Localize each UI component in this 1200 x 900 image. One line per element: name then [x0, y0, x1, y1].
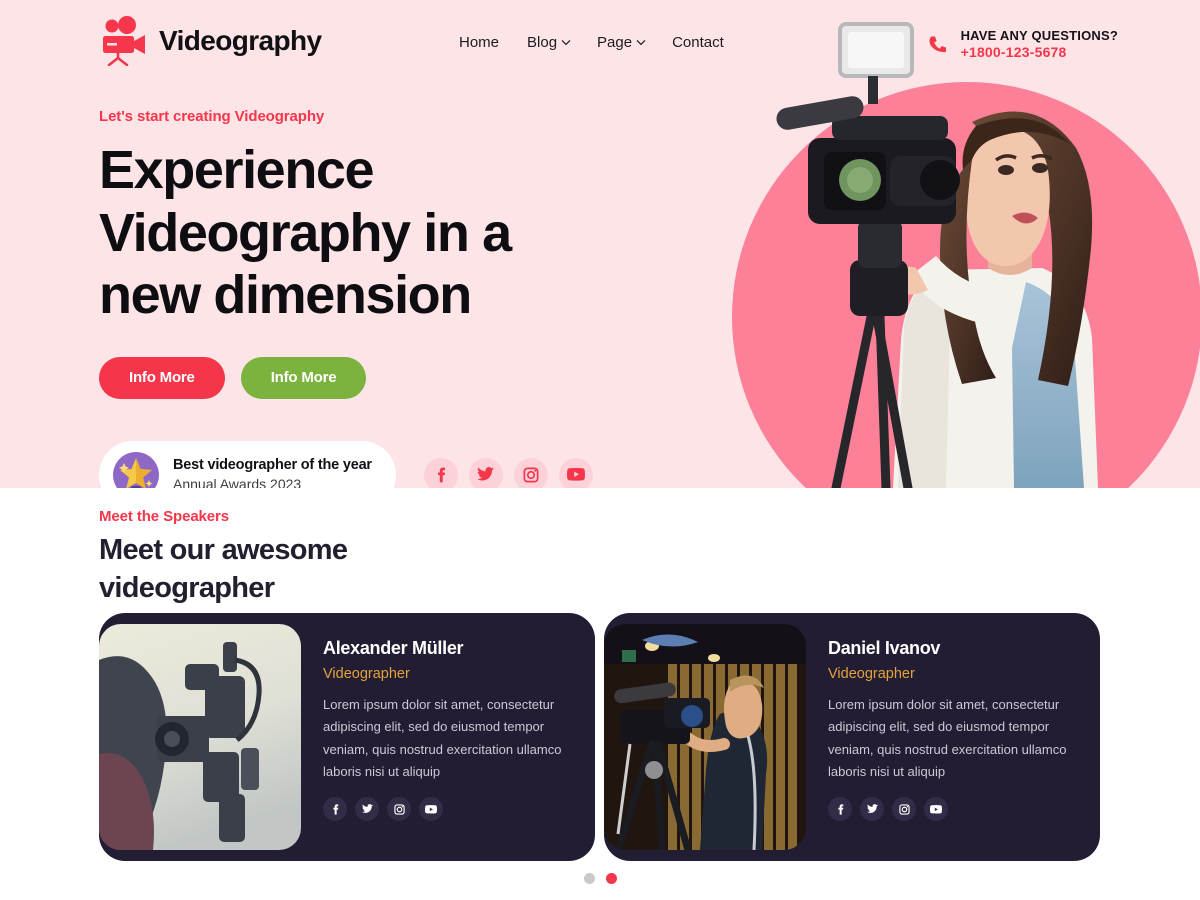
social-link-instagram[interactable]: [513, 457, 548, 488]
contact-label: HAVE ANY QUESTIONS?: [960, 28, 1118, 43]
trophy-icon: [113, 451, 159, 488]
youtube-icon: [425, 805, 437, 814]
social-link-facebook[interactable]: [323, 797, 347, 822]
speaker-photo-image: [99, 624, 301, 850]
contact-number[interactable]: +1800-123-5678: [961, 44, 1118, 62]
hero-copy: Let's start creating Videography Experie…: [99, 108, 593, 488]
hero-social-links: [423, 457, 593, 488]
twitter-icon: [361, 804, 373, 814]
social-link-youtube[interactable]: [558, 457, 593, 488]
twitter-icon: [477, 467, 495, 481]
facebook-icon: [332, 804, 338, 815]
chevron-down-icon: [561, 39, 571, 46]
speakers-eyebrow: Meet the Speakers: [99, 508, 230, 525]
phone-icon: [929, 36, 946, 52]
hero-bottom-row: Best videographer of the year Annual Awa…: [99, 440, 593, 488]
hero-buttons: Info More Info More: [99, 356, 593, 399]
social-link-twitter[interactable]: [468, 457, 503, 488]
youtube-icon: [930, 805, 942, 814]
award-title: Best videographer of the year: [173, 457, 372, 474]
speaker-photo: [604, 624, 806, 850]
nav-item-home[interactable]: Home: [459, 34, 527, 51]
nav-item-blog[interactable]: Blog: [527, 34, 597, 51]
hero-title: Experience Videography in a new dimensio…: [99, 140, 512, 326]
brand-name: Videography: [159, 25, 322, 56]
speaker-description: Lorem ipsum dolor sit amet, consectetur …: [828, 697, 1067, 780]
brand-logo[interactable]: Videography: [96, 16, 322, 66]
speaker-info: Daniel Ivanov Videographer Lorem ipsum d…: [806, 613, 1100, 861]
contact-block[interactable]: HAVE ANY QUESTIONS? +1800-123-5678: [927, 28, 1118, 62]
speaker-cards: Alexander Müller Videographer Lorem ipsu…: [99, 613, 1100, 861]
speaker-info: Alexander Müller Videographer Lorem ipsu…: [301, 613, 595, 861]
facebook-icon: [437, 467, 445, 483]
facebook-icon: [837, 804, 843, 815]
info-more-secondary-button[interactable]: Info More: [240, 356, 367, 399]
nav-label: Page: [597, 34, 633, 51]
hero-photo: [776, 22, 1098, 488]
award-subtitle: Annual Awards 2023: [173, 476, 302, 488]
nav-label: Contact: [672, 34, 724, 51]
pagination-dot-1[interactable]: [583, 873, 595, 884]
speaker-photo: [99, 624, 301, 850]
twitter-icon: [866, 804, 878, 814]
hero-eyebrow: Let's start creating Videography: [99, 108, 325, 125]
nav-label: Home: [459, 34, 500, 51]
social-link-youtube[interactable]: [419, 797, 443, 822]
social-link-twitter[interactable]: [860, 797, 884, 822]
social-link-twitter[interactable]: [355, 797, 379, 822]
chevron-down-icon: [636, 39, 646, 46]
landing-page: Videography Home Blog Page Contact HAVE …: [0, 0, 1200, 900]
social-link-youtube[interactable]: [924, 797, 948, 822]
nav-item-contact[interactable]: Contact: [672, 34, 750, 51]
instagram-icon: [393, 804, 405, 815]
award-badge: Best videographer of the year Annual Awa…: [99, 440, 396, 488]
main-navigation: Home Blog Page Contact: [459, 34, 750, 51]
speaker-name: Alexander Müller: [323, 638, 464, 658]
info-more-primary-button[interactable]: Info More: [99, 356, 225, 399]
nav-label: Blog: [527, 34, 558, 51]
instagram-icon: [898, 804, 910, 815]
speaker-role: Videographer: [828, 666, 915, 682]
speaker-photo-image: [604, 624, 806, 850]
speaker-role: Videographer: [323, 666, 410, 682]
hero-section: Videography Home Blog Page Contact HAVE …: [0, 0, 1200, 488]
social-link-instagram[interactable]: [387, 797, 411, 822]
social-link-facebook[interactable]: [423, 457, 458, 488]
speaker-name: Daniel Ivanov: [828, 638, 941, 658]
speaker-card[interactable]: Alexander Müller Videographer Lorem ipsu…: [99, 613, 595, 861]
site-header: Videography Home Blog Page Contact HAVE …: [0, 0, 1200, 90]
speaker-social-links: [323, 797, 577, 822]
video-camera-icon: [103, 16, 145, 66]
contact-text: HAVE ANY QUESTIONS? +1800-123-5678: [961, 28, 1118, 62]
carousel-pagination: [0, 873, 1200, 884]
pagination-dot-2[interactable]: [605, 873, 617, 884]
social-link-instagram[interactable]: [892, 797, 916, 822]
speakers-title: Meet our awesome videographer: [99, 534, 348, 604]
social-link-facebook[interactable]: [828, 797, 852, 822]
speakers-section: Meet the Speakers Meet our awesome video…: [0, 488, 1200, 900]
speaker-social-links: [828, 797, 1082, 822]
youtube-icon: [566, 468, 585, 481]
instagram-icon: [523, 467, 539, 483]
speaker-card[interactable]: Daniel Ivanov Videographer Lorem ipsum d…: [604, 613, 1100, 861]
speaker-description: Lorem ipsum dolor sit amet, consectetur …: [323, 697, 562, 780]
nav-item-page[interactable]: Page: [597, 34, 672, 51]
award-text: Best videographer of the year Annual Awa…: [173, 457, 372, 488]
